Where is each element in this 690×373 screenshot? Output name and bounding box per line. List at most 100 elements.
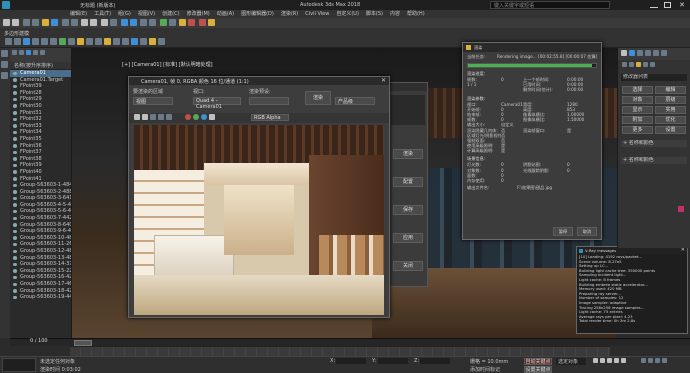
explorer-item[interactable]: FPoint39 [10, 83, 71, 90]
angle-snap-icon[interactable] [129, 19, 137, 26]
explorer-item[interactable]: Group-563603-8-6403 [10, 222, 71, 229]
visibility-eye-icon[interactable] [13, 117, 17, 122]
motion-tab-icon[interactable] [645, 50, 651, 56]
render-button[interactable]: 渲染 [305, 91, 331, 105]
ribbon-tool-icon[interactable] [23, 38, 30, 45]
visibility-eye-icon[interactable] [13, 91, 17, 95]
ribbon-tool-icon[interactable] [86, 38, 93, 45]
search-input[interactable]: 键入关键字或短语 [490, 1, 610, 9]
explorer-item[interactable]: Group-563603-17-463 [10, 281, 71, 288]
ribbon-tool-icon[interactable] [113, 38, 120, 45]
visibility-eye-icon[interactable] [13, 203, 17, 207]
shapes-icon[interactable] [629, 62, 634, 67]
filter-icon[interactable] [19, 50, 24, 55]
viewport-label[interactable]: [+] [Camera01] [标准] [默认明暗处理] [122, 61, 213, 68]
menu-item[interactable]: Civil View [305, 10, 329, 18]
visibility-eye-icon[interactable] [13, 163, 17, 168]
hierarchy-tab-icon[interactable] [637, 50, 643, 56]
rect-select-icon[interactable] [70, 19, 78, 26]
visibility-eye-icon[interactable] [13, 196, 17, 201]
menu-item[interactable]: 自定义(U) [336, 10, 359, 18]
explorer-item[interactable]: FPoint31 [10, 110, 71, 117]
time-slider[interactable] [10, 338, 690, 346]
filter-icon[interactable] [12, 50, 17, 55]
go-start-icon[interactable] [593, 358, 598, 363]
bind-icon[interactable] [42, 19, 50, 26]
ribbon-tool-icon[interactable] [140, 38, 147, 45]
x-field[interactable] [336, 358, 366, 364]
menu-item[interactable]: 内容 [390, 10, 400, 18]
visibility-eye-icon[interactable] [13, 295, 17, 300]
material-editor-icon[interactable] [179, 19, 187, 26]
print-icon[interactable] [158, 114, 164, 120]
visibility-eye-icon[interactable] [13, 177, 17, 181]
render-icon[interactable] [207, 19, 215, 26]
explorer-item[interactable]: Group-563603-3-6413 [10, 195, 71, 202]
menu-item[interactable]: 创建(C) [162, 10, 179, 18]
next-frame-icon[interactable] [614, 358, 619, 363]
clear-icon[interactable] [166, 114, 172, 120]
command-button[interactable]: 优化 [655, 116, 686, 124]
zoom-icon[interactable] [641, 358, 646, 363]
visibility-eye-icon[interactable] [13, 190, 17, 194]
menu-item[interactable]: 工具(T) [94, 10, 111, 18]
explorer-item[interactable]: Group-563603-10-480 [10, 235, 71, 242]
explorer-item[interactable]: FPoint33 [10, 123, 71, 130]
explorer-item[interactable]: FPoint39 [10, 162, 71, 169]
cancel-button[interactable]: 取消 [577, 227, 597, 236]
explorer-item[interactable]: Group-563603-2-488 [10, 189, 71, 196]
auto-key-button[interactable]: 自动关键点 [524, 358, 552, 365]
play-icon[interactable] [607, 358, 612, 363]
ribbon-tool-icon[interactable] [104, 38, 111, 45]
explorer-item[interactable]: FPoint29 [10, 96, 71, 103]
menu-item[interactable]: 动画(A) [217, 10, 234, 18]
command-button[interactable]: 对象 [622, 96, 653, 104]
green-channel-icon[interactable] [192, 114, 199, 120]
explorer-item[interactable]: Group-563603-7-442 [10, 215, 71, 222]
explorer-item[interactable]: Group-563603-15-222 [10, 268, 71, 275]
menu-item[interactable]: 渲染(R) [281, 10, 298, 18]
explorer-item[interactable]: Camera01 [10, 70, 71, 77]
close-button[interactable]: ✕ [676, 1, 688, 9]
modify-icon[interactable] [1, 61, 8, 68]
track-bar[interactable] [70, 346, 610, 356]
explorer-item[interactable]: FPoint38 [10, 156, 71, 163]
explorer-item[interactable]: Group-563603-18-425 [10, 288, 71, 295]
maximize-viewport-icon[interactable] [662, 358, 667, 363]
select-icon[interactable] [51, 19, 59, 26]
menu-item[interactable]: 帮助(H) [407, 10, 425, 18]
explorer-item[interactable]: FPoint34 [10, 129, 71, 136]
move-icon[interactable] [81, 19, 89, 26]
ribbon-tool-icon[interactable] [59, 38, 66, 45]
maxscript-listener[interactable] [2, 358, 36, 372]
layer-icon[interactable] [159, 19, 167, 26]
explorer-item[interactable]: FPoint28 [10, 90, 71, 97]
ribbon-tool-icon[interactable] [68, 38, 75, 45]
explorer-item[interactable]: Group-563603-4-5-400 [10, 202, 71, 209]
ribbon-tool-icon[interactable] [149, 38, 156, 45]
ribbon-tool-icon[interactable] [131, 38, 138, 45]
ribbon-tool-icon[interactable] [5, 38, 12, 45]
visibility-eye-icon[interactable] [13, 71, 17, 75]
output-select[interactable]: 产品级 [335, 97, 375, 105]
explorer-item[interactable]: Group-563603-5-6-413 [10, 208, 71, 215]
visibility-eye-icon[interactable] [13, 223, 17, 227]
y-field[interactable] [378, 358, 408, 364]
z-field[interactable] [420, 358, 450, 364]
ribbon-tool-icon[interactable] [14, 38, 21, 45]
visibility-eye-icon[interactable] [13, 256, 17, 260]
red-channel-icon[interactable] [184, 114, 191, 120]
command-button[interactable]: 设置 [655, 126, 686, 134]
maximize-button[interactable] [664, 2, 671, 8]
filter-icon[interactable] [26, 50, 31, 55]
pause-button[interactable]: 暂停 [553, 227, 573, 236]
select-by-name-icon[interactable] [61, 19, 69, 26]
go-end-icon[interactable] [621, 358, 626, 363]
create-icon[interactable] [1, 50, 8, 57]
modifier-list[interactable]: 修改器列表 [621, 74, 687, 81]
rotate-icon[interactable] [90, 19, 98, 26]
visibility-eye-icon[interactable] [13, 242, 17, 247]
frame-buffer-close[interactable]: ✕ [381, 77, 386, 84]
visibility-eye-icon[interactable] [13, 229, 17, 234]
geometry-icon[interactable] [622, 62, 627, 67]
